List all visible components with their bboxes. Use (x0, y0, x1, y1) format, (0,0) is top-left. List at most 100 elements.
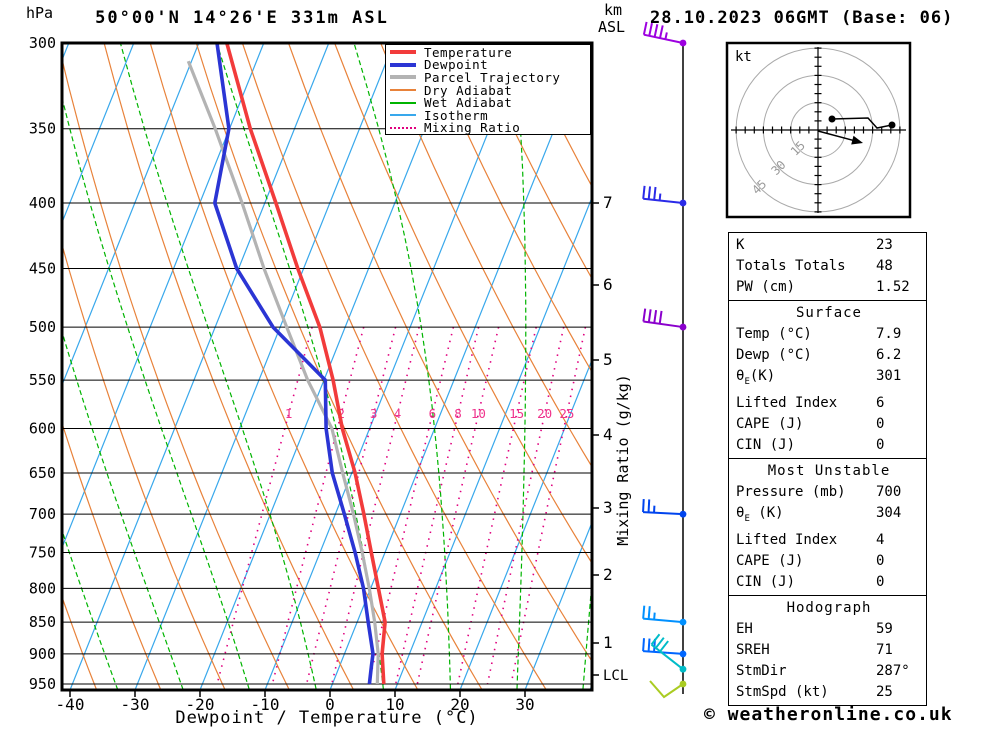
stats-value: 0 (876, 415, 885, 432)
stats-value: 1.52 (876, 279, 910, 295)
stats-value: 23 (876, 237, 893, 253)
stats-label: Dewp (°C) (736, 347, 812, 363)
wet-adiabat-lines (62, 43, 592, 690)
stats-row: CAPE (J) 0 (736, 414, 922, 435)
mixing-ratio-label: 6 (429, 406, 437, 421)
stats-label: Pressure (mb) (736, 483, 846, 500)
stats-table: Hodograph EH 59 SREH 71 StmDir 287° StmSpd (kt)… (728, 594, 927, 706)
km-tick-label: 3 (603, 498, 613, 517)
stats-value: 0 (876, 436, 885, 453)
stats-row: θE(K) 301 (736, 366, 922, 393)
legend-item: Mixing Ratio (390, 120, 590, 135)
wind-barb (649, 680, 687, 699)
stats-row: Lifted Index 4 (736, 530, 922, 551)
stats-value: 0 (876, 573, 885, 590)
stats-label: PW (cm) (736, 279, 796, 295)
stats-table: Surface Temp (°C) 7.9 Dewp (°C) 6.2 θE(K) 301 L… (728, 300, 927, 459)
hodograph-ring-label: 30 (769, 158, 789, 178)
stats-label: StmSpd (kt) (736, 683, 829, 700)
stats-label: θE (K) (736, 504, 784, 524)
legend-swatch (390, 114, 416, 117)
stats-label: Lifted Index (736, 531, 838, 548)
pressure-tick-label: 650 (29, 464, 56, 482)
hodograph-level-dot (828, 115, 836, 123)
stats-value: 287° (876, 662, 910, 679)
stats-table: K 23 Totals Totals 48 PW (cm) 1.52 (728, 232, 927, 301)
stats-value: 6 (876, 394, 885, 411)
hodograph-trace (831, 117, 893, 129)
stats-row: CIN (J) 0 (736, 572, 922, 593)
pressure-tick-label: 500 (29, 318, 56, 336)
wind-barb-column (642, 21, 687, 699)
km-tick-label: LCL (603, 668, 628, 684)
dewpoint-curve (213, 43, 375, 685)
stats-row: CIN (J) 0 (736, 435, 922, 456)
legend-swatch (390, 126, 416, 129)
stats-label: Temp (°C) (736, 326, 812, 342)
stats-table: Most Unstable Pressure (mb) 700 θE (K) 304 Li… (728, 457, 927, 596)
stats-value: 4 (876, 531, 885, 548)
pressure-tick-label: 850 (29, 613, 56, 631)
wind-barb (642, 308, 687, 331)
stats-row: StmDir 287° (736, 661, 922, 682)
isotherm-lines (62, 43, 592, 690)
stats-value: 0 (876, 552, 885, 569)
mixing-ratio-label: 4 (394, 406, 402, 421)
hodograph-unit-label: kt (735, 49, 752, 65)
stats-label: Totals Totals (736, 258, 846, 274)
mixing-ratio-label: 3 (370, 406, 378, 421)
legend-swatch (390, 62, 416, 67)
x-axis-label: Dewpoint / Temperature (°C) (175, 708, 479, 728)
pressure-tick-label: 900 (29, 645, 56, 663)
pressure-tick-label: 800 (29, 579, 56, 597)
legend-item: Wet Adiabat (390, 95, 590, 110)
legend-swatch (390, 101, 416, 104)
pressure-tick-labels: 300 350 400 450 500 550 600 650 700 750 800 850 900 9… (29, 34, 56, 693)
skewt-sounding-page: hPa 50°00'N 14°26'E 331m ASL km ASL 28.1… (0, 0, 1000, 733)
stats-row: CAPE (J) 0 (736, 551, 922, 572)
plot-border (60, 41, 594, 692)
stats-table-title: Most Unstable (767, 462, 891, 479)
legend: Temperature Dewpoint Parcel Trajectory Dry … (385, 44, 591, 135)
temperature-tick-label: -40 (56, 695, 85, 714)
stats-value: 304 (876, 504, 902, 521)
pressure-tick-label: 350 (29, 120, 56, 138)
mixing-ratio-axis-label: Mixing Ratio (g/kg) (614, 374, 632, 546)
stats-row: Temp (°C) 7.9 (736, 324, 922, 345)
stats-row: Lifted Index 6 (736, 393, 922, 414)
pressure-tick-label: 550 (29, 371, 56, 389)
stats-label: K (736, 237, 745, 253)
stats-row: EH 59 (736, 619, 922, 640)
wind-barb (642, 499, 687, 518)
temperature-tick-label: 30 (515, 695, 534, 714)
stats-value: 6.2 (876, 347, 902, 363)
stats-row: Totals Totals 48 (736, 256, 922, 277)
stats-value: 301 (876, 368, 902, 384)
hodograph-ring-label: 15 (788, 138, 808, 158)
pressure-tick-label: 600 (29, 419, 56, 437)
km-tick-label: 5 (603, 350, 613, 369)
copyright: © weatheronline.co.uk (704, 704, 953, 725)
stats-label: CIN (J) (736, 573, 796, 590)
stats-tables: K 23 Totals Totals 48 PW (cm) 1.52 Surface Temp… (728, 232, 927, 706)
pressure-tick-label: 450 (29, 259, 56, 277)
stats-row: K 23 (736, 235, 922, 256)
legend-swatch (390, 89, 416, 92)
km-tick-label: 6 (603, 275, 613, 294)
stats-row: Dewp (°C) 6.2 (736, 345, 922, 366)
stats-label: θE(K) (736, 368, 776, 387)
stats-label: EH (736, 620, 753, 637)
hodograph-level-dot (888, 121, 896, 129)
stats-label: Lifted Index (736, 394, 838, 411)
legend-item: Temperature (390, 45, 590, 60)
mixing-ratio-label: 15 (509, 406, 524, 421)
stats-value: 700 (876, 483, 902, 500)
stats-row: StmSpd (kt) 25 (736, 682, 922, 703)
pressure-tick-label: 700 (29, 505, 56, 523)
mixing-ratio-label: 20 (537, 406, 552, 421)
legend-swatch (390, 75, 416, 80)
mixing-ratio-lines (216, 326, 587, 685)
pressure-tick-label: 750 (29, 544, 56, 562)
mixing-ratio-label: 8 (454, 406, 462, 421)
stats-label: StmDir (736, 662, 787, 679)
